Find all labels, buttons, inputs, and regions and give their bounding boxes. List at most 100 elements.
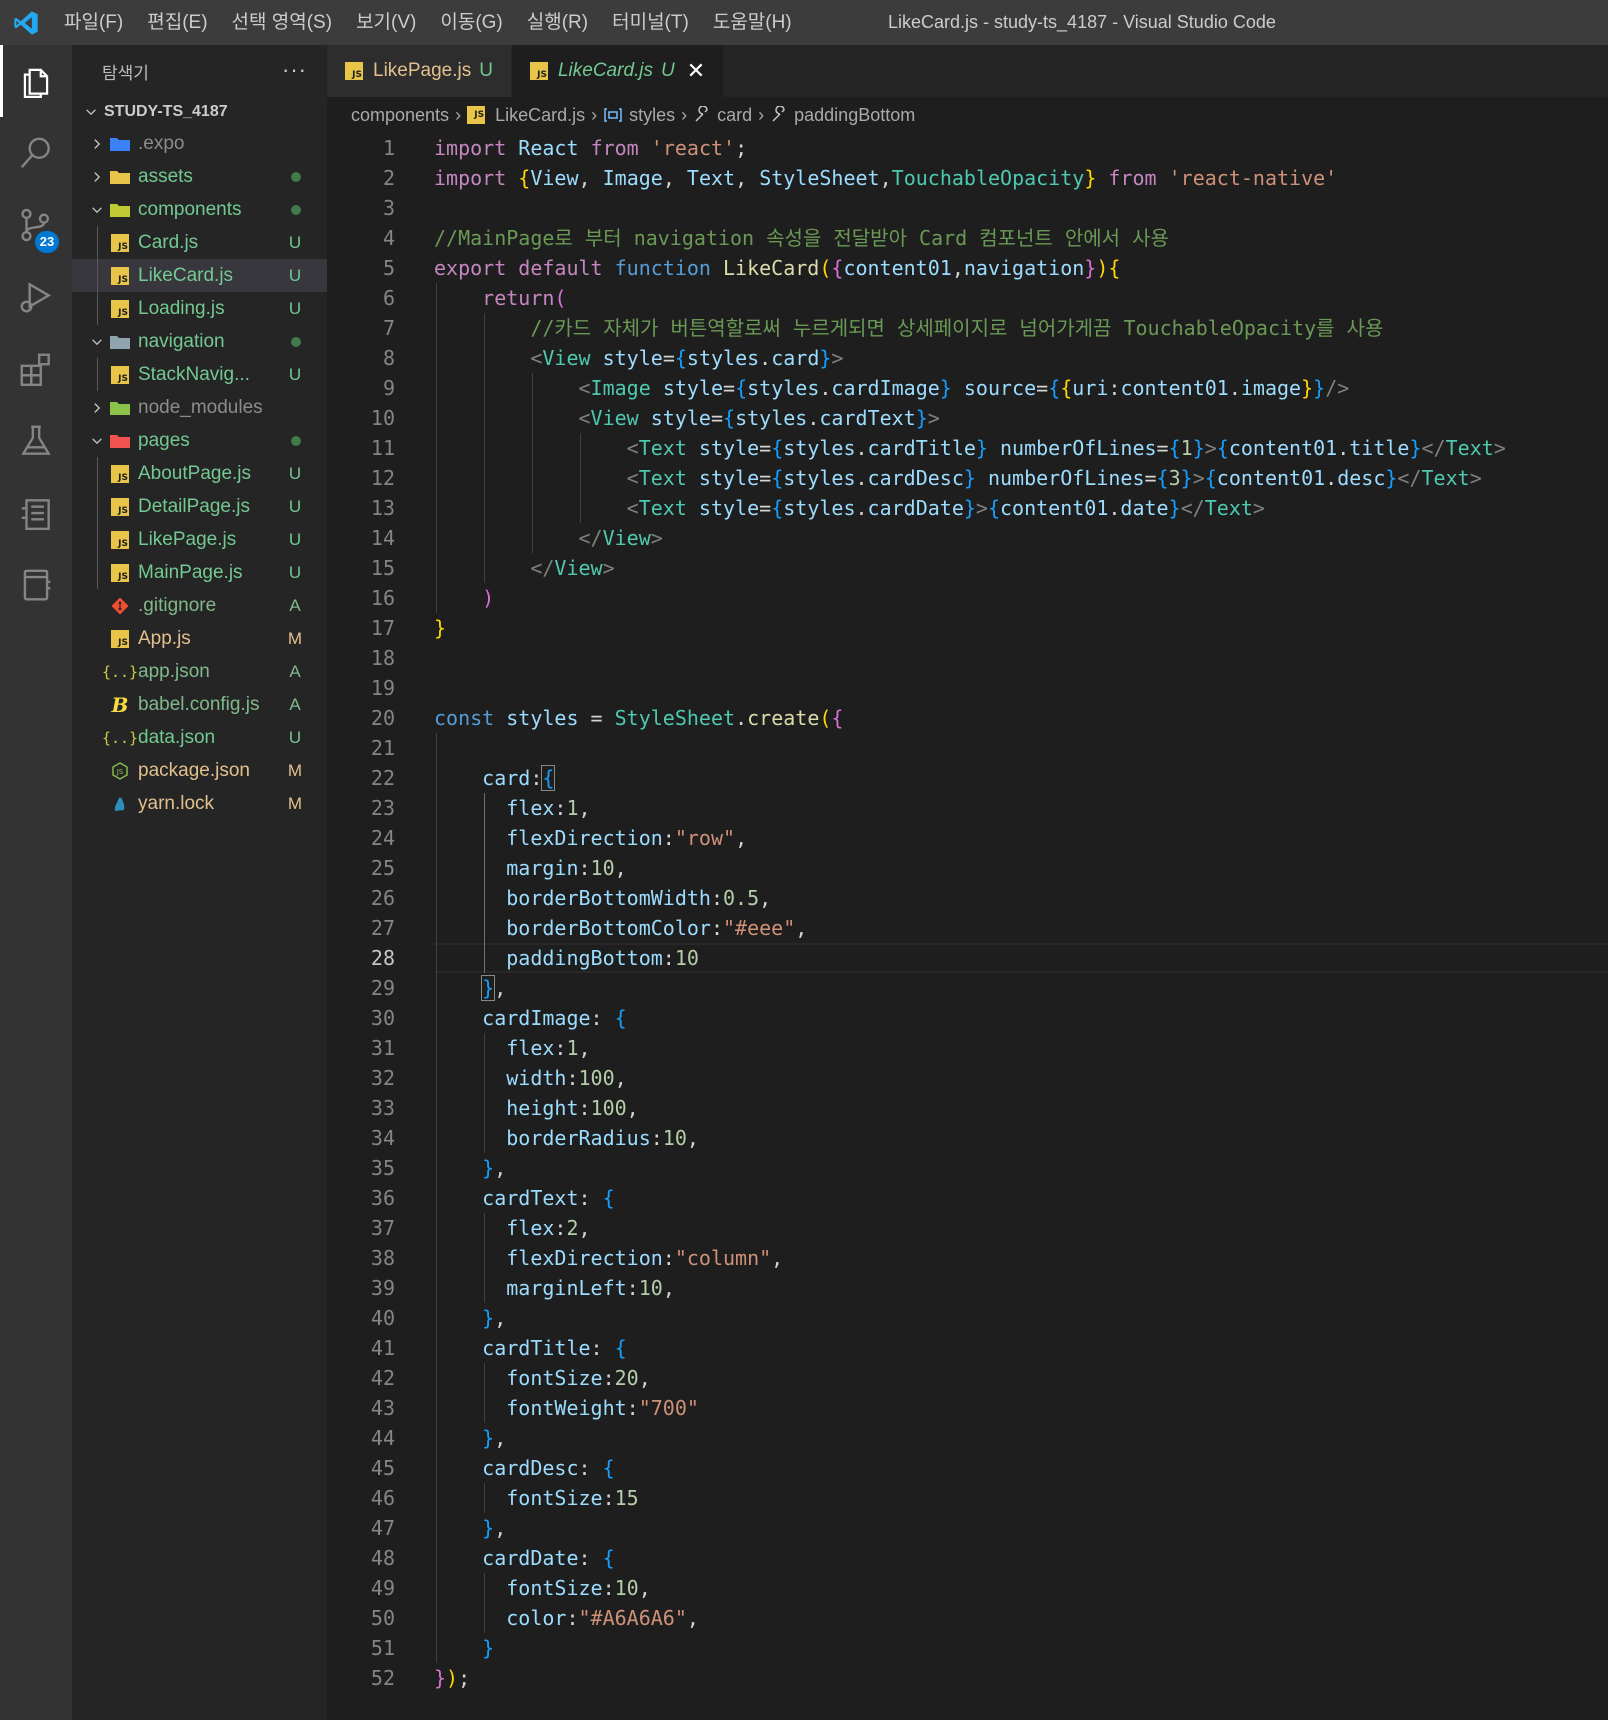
line-number: 17	[370, 616, 395, 640]
close-icon[interactable]: ✕	[687, 58, 705, 84]
tab-likecard[interactable]: JS LikeCard.js U ✕	[511, 45, 725, 97]
code-line: 5 export default function LikeCard({conte…	[327, 253, 1608, 283]
testing-icon[interactable]	[0, 405, 72, 477]
assets-folder-icon	[108, 160, 132, 193]
file-yarn-lock[interactable]: yarn.lock M	[72, 787, 327, 820]
code-editor[interactable]: 1 import React from 'react'; 2 import {View…	[327, 133, 1608, 1720]
breadcrumb-item-card[interactable]: card	[717, 105, 752, 126]
code-line: 37 flex:2,	[327, 1213, 1608, 1243]
variable-icon	[603, 107, 623, 123]
breadcrumb-item-file[interactable]: LikeCard.js	[495, 105, 585, 126]
explorer-icon[interactable]	[0, 45, 72, 117]
vscode-logo-icon	[0, 0, 52, 45]
modified-dot-icon	[291, 436, 301, 446]
folder-assets[interactable]: assets	[72, 160, 327, 193]
tree-item-label: .expo	[138, 132, 185, 154]
code-line: 30 cardImage: {	[327, 1003, 1608, 1033]
breadcrumb-item-styles[interactable]: styles	[629, 105, 675, 126]
file-stacknavig[interactable]: JS StackNavig... U	[72, 358, 327, 391]
menu-item[interactable]: 선택 영역(S)	[220, 0, 345, 45]
line-number: 19	[370, 676, 395, 700]
more-actions-icon[interactable]: ···	[282, 57, 307, 83]
code-line: 26 borderBottomWidth:0.5,	[327, 883, 1608, 913]
git-status-badge: U	[288, 298, 302, 318]
menu-item[interactable]: 이동(G)	[428, 0, 514, 45]
file-data-json[interactable]: {..} data.json U	[72, 721, 327, 754]
file-babel-config-js[interactable]: Bbabel.config.js A	[72, 688, 327, 721]
tree-indent-guide	[97, 358, 98, 391]
remote-explorer-icon[interactable]	[0, 477, 72, 549]
file-likepage-js[interactable]: JS LikePage.js U	[72, 523, 327, 556]
code-text: <Text style={styles.cardDesc} numberOfLi…	[626, 466, 1482, 490]
search-icon[interactable]	[0, 117, 72, 189]
source-control-icon[interactable]: 23	[0, 189, 72, 261]
activity-bar: 23	[0, 45, 72, 1720]
code-text: flex:1,	[506, 1036, 591, 1060]
line-number: 42	[370, 1366, 395, 1390]
line-number: 34	[370, 1126, 395, 1150]
line-number: 11	[370, 436, 395, 460]
git-status-badge: M	[287, 760, 303, 780]
code-text: paddingBottom:10	[506, 946, 699, 970]
folder-components[interactable]: components	[72, 193, 327, 226]
code-text: flexDirection:"column",	[506, 1246, 784, 1270]
js-file-icon: JS	[108, 457, 132, 490]
code-line: 22 card:{	[327, 763, 1608, 793]
file-mainpage-js[interactable]: JS MainPage.js U	[72, 556, 327, 589]
extensions-icon[interactable]	[0, 333, 72, 405]
breadcrumb: components › JS LikeCard.js › styles › c…	[327, 97, 1608, 133]
js-file-icon: JS	[108, 226, 132, 259]
code-text: });	[434, 1666, 471, 1690]
tree-item-label: components	[138, 198, 242, 220]
file-aboutpage-js[interactable]: JS AboutPage.js U	[72, 457, 327, 490]
file-card-js[interactable]: JS Card.js U	[72, 226, 327, 259]
code-line: 14 </View>	[327, 523, 1608, 553]
line-number: 40	[370, 1306, 395, 1330]
code-text: return(	[482, 286, 567, 310]
menu-item[interactable]: 터미널(T)	[600, 0, 701, 45]
code-line: 28 paddingBottom:10	[327, 943, 1608, 973]
chevron-right-icon: ›	[681, 104, 688, 125]
file-app-json[interactable]: {..} app.json A	[72, 655, 327, 688]
menu-item[interactable]: 실행(R)	[515, 0, 600, 45]
breadcrumb-item-components[interactable]: components	[351, 105, 449, 126]
line-number: 29	[370, 976, 395, 1000]
code-text: },	[482, 1426, 507, 1450]
code-line: 8 <View style={styles.card}>	[327, 343, 1608, 373]
file-app-js[interactable]: JS App.js M	[72, 622, 327, 655]
file-tree: .expo assets components JS Card.js U JS LikeCar…	[72, 127, 327, 820]
file-likecard-js[interactable]: JS LikeCard.js U	[72, 259, 327, 292]
root-folder-label: STUDY-TS_4187	[104, 103, 228, 120]
code-text: fontSize:10,	[506, 1576, 651, 1600]
folder-node-modules[interactable]: node_modules	[72, 391, 327, 424]
notebook-icon[interactable]	[0, 549, 72, 621]
folder-navigation[interactable]: navigation	[72, 325, 327, 358]
file-package-json[interactable]: JS package.json M	[72, 754, 327, 787]
line-number: 35	[370, 1156, 395, 1180]
navigation-folder-icon	[108, 325, 132, 358]
menu-item[interactable]: 보기(V)	[344, 0, 428, 45]
root-folder[interactable]: STUDY-TS_4187	[72, 97, 327, 127]
tab-likepage[interactable]: JS LikePage.js U	[327, 45, 512, 97]
tree-item-label: Loading.js	[138, 297, 225, 319]
code-text: <Text style={styles.cardTitle} numberOfL…	[626, 436, 1506, 460]
file-gitignore[interactable]: .gitignore A	[72, 589, 327, 622]
code-text: cardText: {	[482, 1186, 615, 1210]
code-text: cardImage: {	[482, 1006, 627, 1030]
breadcrumb-item-paddingbottom[interactable]: paddingBottom	[794, 105, 915, 126]
file-detailpage-js[interactable]: JS DetailPage.js U	[72, 490, 327, 523]
line-number: 32	[370, 1066, 395, 1090]
line-number: 15	[370, 556, 395, 580]
js-file-icon: JS	[108, 622, 132, 655]
run-debug-icon[interactable]	[0, 261, 72, 333]
folder-pages[interactable]: pages	[72, 424, 327, 457]
code-text: }	[482, 1636, 495, 1660]
wrench-icon	[770, 106, 788, 124]
folder-expo[interactable]: .expo	[72, 127, 327, 160]
menu-item[interactable]: 파일(F)	[52, 0, 135, 45]
pages-folder-icon	[108, 424, 132, 457]
menu-item[interactable]: 편집(E)	[135, 0, 219, 45]
menu-item[interactable]: 도움말(H)	[701, 0, 804, 45]
file-loading-js[interactable]: JS Loading.js U	[72, 292, 327, 325]
line-number: 45	[370, 1456, 395, 1480]
